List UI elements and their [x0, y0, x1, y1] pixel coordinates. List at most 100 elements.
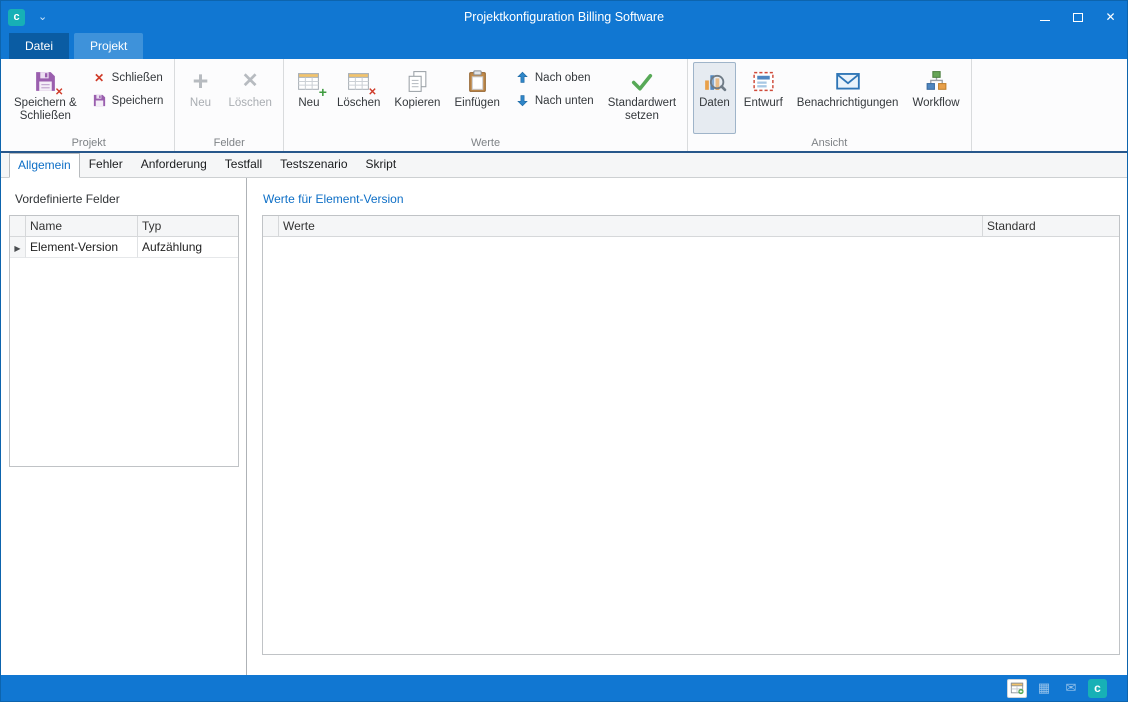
label-line: Einfügen	[454, 97, 499, 110]
group-label-werte: Werte	[284, 137, 687, 149]
column-header-standard[interactable]: Standard	[983, 216, 1119, 237]
fields-view-status-icon[interactable]	[1007, 679, 1027, 698]
tab-fehler[interactable]: Fehler	[80, 152, 132, 177]
notifications-button[interactable]: Benachrichtigungen	[791, 62, 905, 134]
right-panel-title: Werte für Element-Version	[262, 192, 1120, 206]
save-close-icon: ✕	[31, 67, 59, 95]
save-button[interactable]: Speichern	[84, 89, 171, 112]
plus-glyph: +	[193, 68, 209, 94]
workflow-button[interactable]: Workflow	[906, 62, 965, 134]
new-value-button[interactable]: + Neu	[289, 62, 329, 134]
minimize-button[interactable]	[1028, 1, 1061, 33]
werte-small-buttons: Nach oben Nach unten	[507, 66, 601, 112]
column-header-typ[interactable]: Typ	[138, 216, 238, 237]
label-line: Benachrichtigungen	[797, 97, 899, 110]
label-line-1: Standardwert	[608, 97, 676, 110]
label-line-2: setzen	[608, 110, 676, 123]
app-logo-glyph: c	[13, 11, 19, 23]
minimize-icon	[1040, 20, 1050, 21]
move-down-label: Nach unten	[535, 95, 594, 107]
ribbon: ✕ Speichern & Schließen ✕ Schließen Spei…	[1, 59, 1127, 153]
content-area: Vordefinierte Felder Name Typ ▶ Element-…	[1, 178, 1127, 675]
tab-datei[interactable]: Datei	[9, 33, 69, 59]
label-line: Löschen	[228, 97, 271, 110]
ribbon-group-projekt: ✕ Speichern & Schließen ✕ Schließen Spei…	[3, 59, 175, 151]
data-view-button[interactable]: Daten	[693, 62, 736, 134]
delete-value-label: Löschen	[337, 97, 380, 110]
values-grid: Werte Standard	[262, 215, 1120, 655]
delete-field-button: ✕ Löschen	[222, 62, 277, 134]
new-value-label: Neu	[298, 97, 319, 110]
cell-name[interactable]: Element-Version	[26, 237, 138, 258]
maximize-button[interactable]	[1061, 1, 1094, 33]
app-window: c ⌄ Projektkonfiguration Billing Softwar…	[0, 0, 1128, 702]
move-up-label: Nach oben	[535, 72, 591, 84]
paste-label: Einfügen	[454, 97, 499, 110]
design-icon	[749, 67, 777, 95]
label-line: Neu	[298, 97, 319, 110]
mail-icon	[834, 67, 862, 95]
tab-testszenario[interactable]: Testszenario	[271, 152, 356, 177]
tab-skript[interactable]: Skript	[357, 152, 406, 177]
table-delete-icon: ✕	[345, 67, 373, 95]
projekt-small-buttons: ✕ Schließen Speichern	[84, 66, 171, 112]
close-button[interactable]: ✕	[1094, 1, 1127, 33]
close-icon: ✕	[1105, 11, 1115, 23]
ribbon-group-felder: + Neu ✕ Löschen Felder	[175, 59, 283, 151]
ribbon-group-ansicht: Daten Entwurf Benachrichtigungen Workflo…	[688, 59, 971, 151]
arrow-down-icon	[514, 94, 531, 107]
copy-button[interactable]: Kopieren	[388, 62, 446, 134]
maximize-icon	[1073, 13, 1083, 22]
x-disabled-icon: ✕	[236, 67, 264, 95]
design-view-label: Entwurf	[744, 97, 783, 110]
workflow-label: Workflow	[912, 97, 959, 110]
cell-typ[interactable]: Aufzählung	[138, 237, 238, 258]
mail-status-icon[interactable]: ✉	[1061, 679, 1081, 698]
plus-disabled-icon: +	[186, 67, 214, 95]
close-label: Schließen	[112, 72, 163, 84]
add-badge-icon: +	[319, 87, 327, 98]
close-project-button[interactable]: ✕ Schließen	[84, 66, 170, 89]
label-line-1: Speichern &	[14, 97, 77, 110]
statusbar-logo-icon: c	[1088, 679, 1107, 698]
values-panel: Werte für Element-Version Werte Standard	[247, 178, 1127, 675]
delete-field-label: Löschen	[228, 97, 271, 110]
document-tab-bar: Allgemein Fehler Anforderung Testfall Te…	[1, 153, 1127, 178]
close-red-icon: ✕	[91, 72, 108, 84]
move-up-button[interactable]: Nach oben	[507, 66, 598, 89]
group-label-projekt: Projekt	[3, 137, 174, 149]
window-title: Projektkonfiguration Billing Software	[1, 1, 1127, 33]
design-view-button[interactable]: Entwurf	[738, 62, 789, 134]
quick-access-chevron-icon[interactable]: ⌄	[38, 12, 47, 22]
column-header-werte[interactable]: Werte	[279, 216, 983, 237]
table-row[interactable]: ▶ Element-Version Aufzählung	[10, 237, 238, 258]
paste-button[interactable]: Einfügen	[448, 62, 505, 134]
group-label-felder: Felder	[175, 137, 282, 149]
fields-grid-header: Name Typ	[10, 216, 238, 237]
tab-projekt[interactable]: Projekt	[74, 33, 143, 59]
save-icon	[91, 93, 108, 108]
row-indicator: ▶	[10, 237, 26, 258]
grid-view-status-icon[interactable]: ▦	[1034, 679, 1054, 698]
delete-value-button[interactable]: ✕ Löschen	[331, 62, 386, 134]
label-line: Kopieren	[394, 97, 440, 110]
selector-header-cell	[263, 216, 279, 237]
move-down-button[interactable]: Nach unten	[507, 89, 601, 112]
tab-testfall[interactable]: Testfall	[216, 152, 271, 177]
statusbar-logo-glyph: c	[1094, 681, 1101, 695]
delete-badge-icon: ✕	[368, 88, 376, 98]
tab-anforderung[interactable]: Anforderung	[132, 152, 216, 177]
app-logo-icon[interactable]: c	[8, 9, 25, 26]
tab-allgemein[interactable]: Allgemein	[9, 153, 80, 178]
label-line: Entwurf	[744, 97, 783, 110]
set-default-label: Standardwert setzen	[608, 97, 676, 123]
label-line: Neu	[190, 97, 211, 110]
table-add-icon: +	[295, 67, 323, 95]
save-and-close-button[interactable]: ✕ Speichern & Schließen	[8, 62, 83, 134]
column-header-name[interactable]: Name	[26, 216, 138, 237]
label-line: Daten	[699, 97, 730, 110]
set-default-button[interactable]: Standardwert setzen	[602, 62, 682, 134]
label-line-2: Schließen	[14, 110, 77, 123]
fields-grid: Name Typ ▶ Element-Version Aufzählung	[9, 215, 239, 467]
x-glyph: ✕	[242, 69, 259, 93]
